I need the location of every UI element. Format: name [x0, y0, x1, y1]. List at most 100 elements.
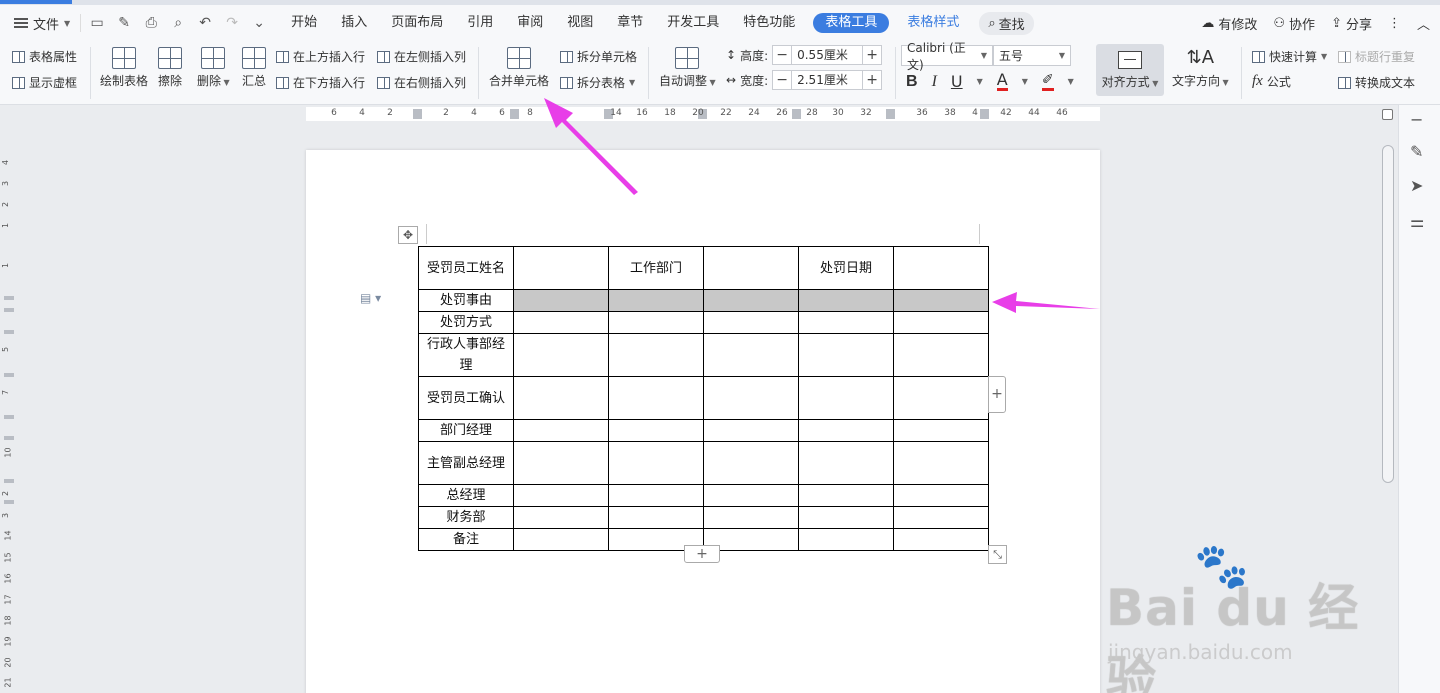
table-cell[interactable]: 处罚日期 — [798, 246, 894, 290]
table-cell[interactable] — [703, 376, 799, 420]
minus-icon[interactable]: − — [1410, 110, 1423, 129]
collapse-ribbon-button[interactable]: ︿ — [1417, 14, 1430, 33]
vruler-row-marker[interactable] — [4, 308, 14, 312]
height-plus-button[interactable]: + — [863, 47, 881, 63]
ruler-column-marker[interactable] — [510, 109, 519, 119]
table-cell[interactable] — [608, 484, 704, 507]
table-cell[interactable] — [893, 376, 989, 420]
table-cell[interactable] — [513, 376, 609, 420]
vruler-row-marker[interactable] — [4, 479, 14, 483]
tab-insert[interactable]: 插入 — [329, 5, 379, 41]
insert-col-left-button[interactable]: 在左侧插入列 — [377, 48, 466, 65]
table-cell-selected[interactable] — [798, 289, 894, 312]
chevron-down-icon[interactable]: ▼ — [977, 77, 983, 86]
height-minus-button[interactable]: − — [773, 47, 791, 63]
table-cell[interactable]: 部门经理 — [418, 419, 514, 442]
table-cell[interactable] — [893, 419, 989, 442]
width-minus-button[interactable]: − — [773, 72, 791, 88]
font-name-select[interactable]: Calibri (正文) ▼ — [901, 41, 993, 72]
tab-home[interactable]: 开始 — [279, 5, 329, 41]
width-stepper[interactable]: −2.51厘米 + — [772, 70, 883, 90]
table-cell-selected[interactable] — [703, 289, 799, 312]
table-cell[interactable] — [798, 506, 894, 529]
insert-row-below-button[interactable]: 在下方插入行 — [276, 74, 365, 91]
paragraph-options-icon[interactable]: ▤ ▾ — [360, 291, 381, 305]
erase-button[interactable]: 擦除 — [158, 47, 182, 89]
ruler-column-marker[interactable] — [413, 109, 422, 119]
add-column-button[interactable]: + — [988, 376, 1006, 413]
chevron-down-icon[interactable]: ▼ — [1022, 77, 1028, 86]
table-cell[interactable] — [893, 506, 989, 529]
vruler-row-marker[interactable] — [4, 296, 14, 300]
tab-chapter[interactable]: 章节 — [605, 5, 655, 41]
table-cell[interactable] — [703, 419, 799, 442]
table-cell[interactable] — [798, 419, 894, 442]
horizontal-ruler[interactable]: 6 4 2 2 4 6 8 14 16 18 20 22 24 26 28 30… — [0, 105, 1400, 123]
auto-adjust-button[interactable]: 自动调整 ▼ — [659, 47, 716, 89]
table-cell[interactable] — [513, 333, 609, 377]
table-cell[interactable]: 处罚方式 — [418, 311, 514, 334]
search-button[interactable]: ⌕ 查找 — [979, 11, 1034, 35]
table-cell[interactable] — [513, 311, 609, 334]
width-input[interactable]: 2.51厘米 — [791, 71, 864, 89]
table-cell[interactable]: 财务部 — [418, 506, 514, 529]
table-cell[interactable] — [513, 484, 609, 507]
vruler-row-marker[interactable] — [4, 330, 14, 334]
table-cell[interactable] — [798, 441, 894, 485]
table-cell[interactable]: 总经理 — [418, 484, 514, 507]
table-cell[interactable] — [703, 333, 799, 377]
table-cell[interactable] — [608, 311, 704, 334]
convert-text-button[interactable]: 转换成文本 — [1338, 74, 1415, 91]
scrollbar-thumb[interactable] — [1382, 145, 1394, 483]
title-repeat-button[interactable]: 标题行重复 — [1338, 48, 1415, 65]
add-row-button[interactable]: + — [684, 545, 720, 563]
table-cell[interactable] — [893, 441, 989, 485]
table-cell[interactable] — [608, 506, 704, 529]
align-button[interactable]: 对齐方式 ▼ — [1096, 44, 1164, 96]
collab-button[interactable]: ⚇ 协作 — [1273, 14, 1315, 33]
view-toggle-icon[interactable] — [1382, 109, 1393, 120]
table-props-button[interactable]: 表格属性 — [12, 48, 77, 65]
table-cell[interactable] — [893, 528, 989, 551]
save-icon[interactable]: ▭ — [89, 15, 105, 31]
vruler-row-marker[interactable] — [4, 500, 14, 504]
print-icon[interactable]: ⎙ — [143, 15, 159, 31]
document-table[interactable]: 受罚员工姓名 工作部门 处罚日期 处罚事由 处罚方式 行政人事部经理 受罚员工确… — [418, 246, 989, 551]
table-cell[interactable]: 处罚事由 — [418, 289, 514, 312]
merge-cells-button[interactable]: 合并单元格 — [489, 47, 549, 89]
table-cell[interactable] — [608, 333, 704, 377]
text-direction-button[interactable]: ⇅A 文字方向 ▼ — [1172, 47, 1229, 89]
table-cell[interactable] — [703, 246, 799, 290]
tab-view[interactable]: 视图 — [555, 5, 605, 41]
underline-button[interactable]: U — [951, 72, 963, 91]
table-cell[interactable] — [798, 528, 894, 551]
tab-table-tools[interactable]: 表格工具 — [813, 13, 890, 33]
table-cell-selected[interactable] — [608, 289, 704, 312]
table-cell-selected[interactable] — [893, 289, 989, 312]
table-cell[interactable]: 备注 — [418, 528, 514, 551]
table-cell[interactable] — [703, 311, 799, 334]
font-size-select[interactable]: 五号 ▼ — [993, 45, 1071, 66]
table-resize-handle[interactable]: ⤡ — [988, 545, 1007, 564]
table-cell[interactable] — [798, 333, 894, 377]
modified-button[interactable]: ☁ 有修改 — [1201, 14, 1257, 33]
table-cell[interactable]: 工作部门 — [608, 246, 704, 290]
format-painter-icon[interactable]: ✎ — [116, 15, 132, 31]
chevron-down-icon[interactable]: ▼ — [1068, 77, 1074, 86]
show-gridlines-button[interactable]: 显示虚框 — [12, 74, 77, 91]
more-button[interactable]: ⋮ — [1388, 16, 1401, 31]
delete-button[interactable]: 删除 ▼ — [197, 47, 230, 89]
vruler-row-marker[interactable] — [4, 373, 14, 377]
table-cell[interactable]: 受罚员工确认 — [418, 376, 514, 420]
table-cell[interactable]: 受罚员工姓名 — [418, 246, 514, 290]
table-cell[interactable] — [798, 311, 894, 334]
tab-review[interactable]: 审阅 — [505, 5, 555, 41]
table-cell-selected[interactable] — [513, 289, 609, 312]
quick-calc-button[interactable]: 快速计算 ▼ — [1252, 48, 1327, 65]
table-cell[interactable]: 行政人事部经理 — [418, 333, 514, 377]
tab-developer[interactable]: 开发工具 — [655, 5, 731, 41]
split-table-button[interactable]: 拆分表格 ▼ — [560, 74, 635, 91]
table-cell[interactable] — [798, 376, 894, 420]
height-stepper[interactable]: −0.55厘米 + — [772, 45, 883, 65]
font-color-button[interactable]: A — [996, 72, 1008, 91]
